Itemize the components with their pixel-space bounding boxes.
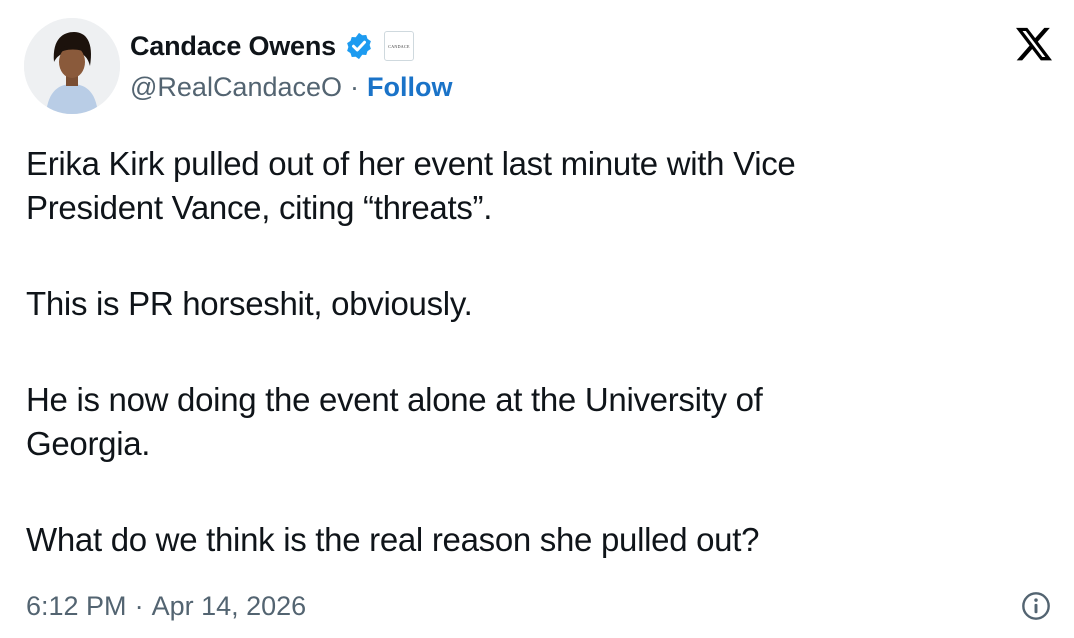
tweet-time: 6:12 PM — [26, 590, 127, 621]
info-icon[interactable] — [1020, 590, 1052, 622]
tweet-paragraph: He is now doing the event alone at the U… — [26, 381, 763, 462]
handle-separator: · — [350, 71, 360, 102]
tweet-paragraph: Erika Kirk pulled out of her event last … — [26, 145, 796, 226]
author-avatar[interactable] — [24, 18, 120, 114]
author-display-name[interactable]: Candace Owens — [130, 31, 336, 62]
follow-button[interactable]: Follow — [367, 72, 452, 103]
tweet-date: Apr 14, 2026 — [151, 590, 307, 621]
affiliate-badge-text: CANDACE — [388, 43, 410, 49]
author-name-row: Candace Owens CANDACE — [130, 28, 414, 64]
affiliate-badge[interactable]: CANDACE — [383, 31, 414, 61]
tweet-paragraph: What do we think is the real reason she … — [26, 521, 760, 558]
tweet-paragraph: This is PR horseshit, obviously. — [26, 285, 473, 322]
verified-badge-icon — [344, 30, 376, 62]
avatar-image — [24, 18, 120, 114]
x-logo-icon[interactable] — [1014, 24, 1054, 64]
author-handle[interactable]: @RealCandaceO — [130, 72, 342, 103]
tweet-text: Erika Kirk pulled out of her event last … — [26, 142, 1026, 562]
tweet-card: Candace Owens CANDACE @RealCandaceO · Fo… — [0, 0, 1074, 638]
timestamp-separator: · — [134, 590, 144, 621]
author-handle-row: @RealCandaceO · Follow — [130, 70, 453, 104]
tweet-timestamp[interactable]: 6:12 PM · Apr 14, 2026 — [26, 588, 306, 624]
